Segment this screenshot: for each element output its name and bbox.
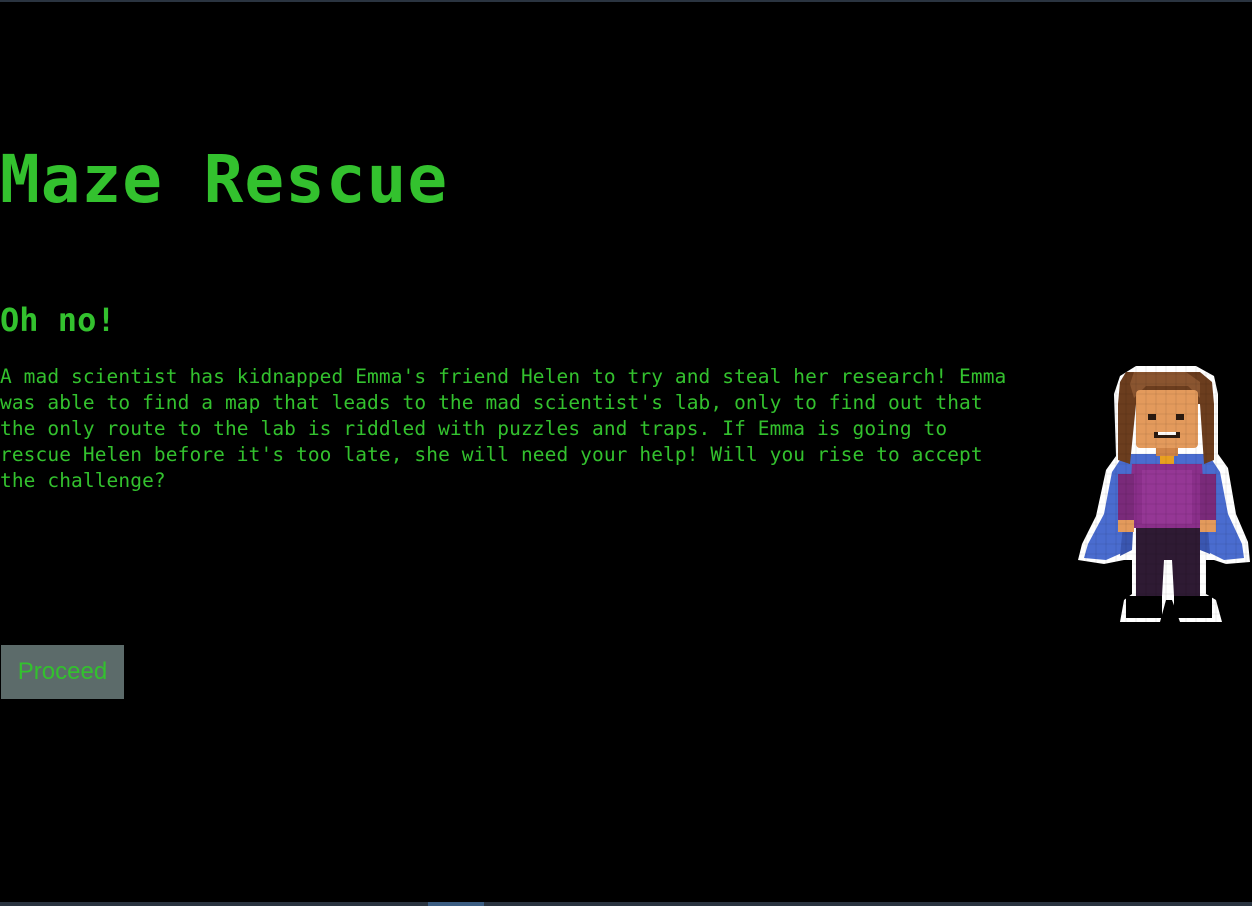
window-bottom-border	[0, 902, 1252, 906]
taskbar-accent	[428, 902, 484, 906]
game-title: Maze Rescue	[0, 141, 449, 218]
story-text: A mad scientist has kidnapped Emma's fri…	[0, 365, 1007, 492]
window-top-border	[0, 0, 1252, 2]
story-heading: Oh no!	[0, 301, 116, 339]
emma-pixel-character-icon	[1076, 364, 1252, 624]
proceed-button[interactable]: Proceed	[1, 645, 124, 699]
